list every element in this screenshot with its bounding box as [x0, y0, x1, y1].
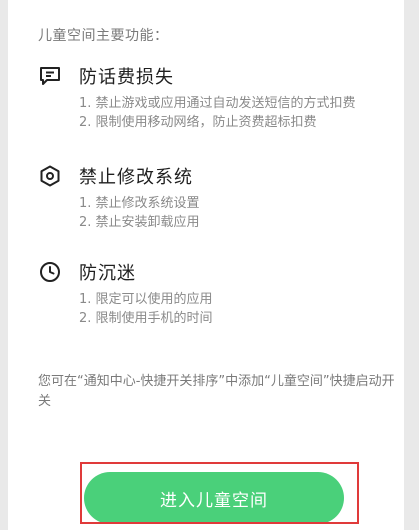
intro-text: 儿童空间主要功能： [38, 28, 169, 44]
feature-title: 禁止修改系统 [79, 167, 193, 188]
feature-item: 1. 禁止游戏或应用通过自动发送短信的方式扣费 [79, 96, 356, 111]
message-icon [38, 64, 62, 88]
feature-item: 2. 限制使用移动网络，防止资费超标扣费 [79, 115, 317, 130]
shortcut-note: 您可在“通知中心-快捷开关排序”中添加“儿童空间”快捷启动开关 [38, 374, 395, 409]
enter-kids-space-button[interactable]: 进入儿童空间 [84, 472, 344, 524]
feature-title: 防话费损失 [79, 67, 174, 88]
feature-item: 2. 限制使用手机的时间 [79, 311, 213, 326]
content-card: 儿童空间主要功能： 防话费损失 1. 禁止游戏或应用通过自动发送短信的方式扣费 … [8, 0, 404, 530]
feature-anti-addiction: 防沉迷 1. 限定可以使用的应用 2. 限制使用手机的时间 [38, 260, 213, 328]
feature-title: 防沉迷 [79, 263, 136, 284]
feature-item: 2. 禁止安装卸载应用 [79, 215, 200, 230]
feature-item: 1. 限定可以使用的应用 [79, 292, 213, 307]
system-settings-icon [38, 164, 62, 188]
clock-icon [38, 260, 62, 284]
feature-item: 1. 禁止修改系统设置 [79, 196, 200, 211]
feature-no-system-change: 禁止修改系统 1. 禁止修改系统设置 2. 禁止安装卸载应用 [38, 164, 200, 232]
feature-anti-charge: 防话费损失 1. 禁止游戏或应用通过自动发送短信的方式扣费 2. 限制使用移动网… [38, 64, 356, 132]
